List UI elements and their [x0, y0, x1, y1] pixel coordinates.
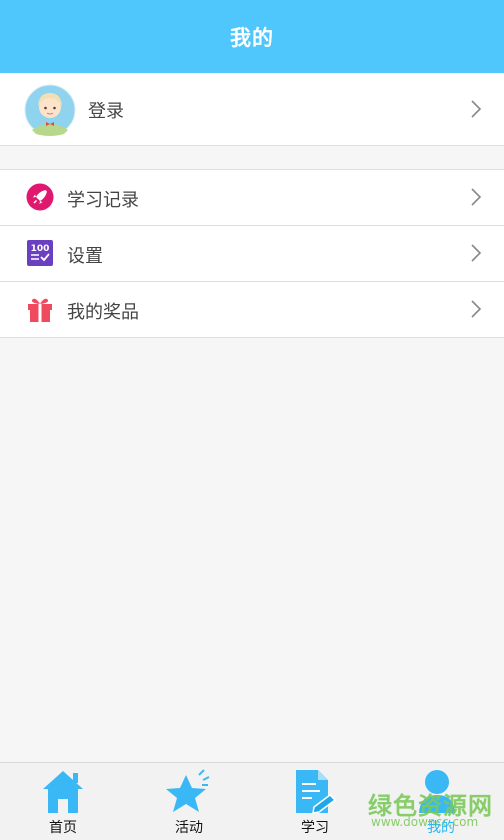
page-title: 我的: [230, 25, 274, 50]
person-icon: [419, 770, 455, 813]
score-100-icon: 100: [27, 240, 53, 266]
svg-text:100: 100: [31, 244, 50, 254]
login-row[interactable]: 登录: [0, 73, 504, 146]
menu-item-label: 设置: [67, 246, 103, 267]
chevron-right-icon: [471, 244, 482, 262]
rocket-icon: [26, 183, 54, 211]
gift-icon: [28, 298, 52, 322]
tab-label: 我的: [427, 820, 455, 836]
document-pencil-icon: [296, 770, 337, 814]
menu-item-label: 我的奖品: [67, 302, 139, 323]
tab-label: 活动: [175, 820, 203, 836]
app-header: 我的: [0, 0, 504, 73]
bottom-tab-bar: 首页 活动 学习 我的: [0, 762, 504, 840]
menu-item-study-record[interactable]: 学习记录: [0, 170, 504, 226]
chevron-right-icon: [471, 300, 482, 318]
chevron-right-icon: [471, 100, 482, 118]
star-icon: [166, 769, 210, 812]
tab-home[interactable]: 首页: [0, 763, 126, 840]
menu-item-my-prizes[interactable]: 我的奖品: [0, 282, 504, 338]
login-label: 登录: [88, 101, 124, 122]
tab-activity[interactable]: 活动: [126, 763, 252, 840]
chevron-right-icon: [471, 188, 482, 206]
tab-label: 学习: [301, 820, 329, 836]
tab-label: 首页: [49, 820, 77, 836]
menu-item-label: 学习记录: [67, 190, 139, 211]
home-icon: [43, 771, 83, 813]
tab-mine[interactable]: 我的: [378, 763, 504, 840]
menu-item-settings[interactable]: 100 设置: [0, 226, 504, 282]
avatar-icon: [24, 84, 76, 136]
menu-list: 学习记录 100 设置 我的奖品: [0, 169, 504, 338]
tab-study[interactable]: 学习: [252, 763, 378, 840]
